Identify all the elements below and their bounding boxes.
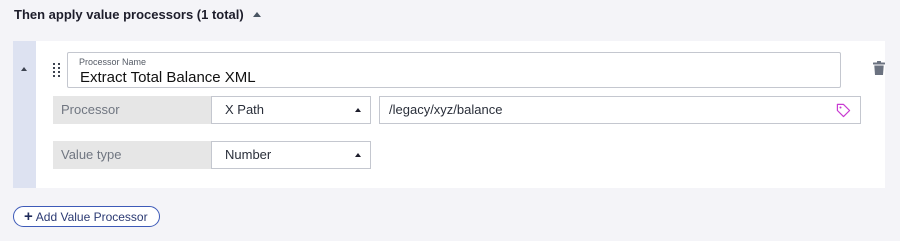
add-value-processor-button[interactable]: + Add Value Processor: [13, 206, 160, 227]
processor-type-value: X Path: [225, 102, 265, 117]
processor-name-field[interactable]: Processor Name Extract Total Balance XML: [67, 52, 841, 88]
plus-icon: +: [24, 208, 33, 225]
processor-name-label: Processor Name: [79, 57, 147, 67]
drag-handle-icon[interactable]: [53, 63, 61, 77]
section-header[interactable]: Then apply value processors (1 total): [14, 7, 261, 22]
caret-up-icon: [355, 108, 361, 112]
processor-label: Processor: [53, 96, 211, 124]
caret-up-icon: [21, 67, 27, 71]
card-collapse-rail[interactable]: [13, 41, 36, 188]
xpath-input[interactable]: /legacy/xyz/balance: [379, 96, 861, 124]
trash-icon[interactable]: [873, 61, 885, 75]
processor-name-value[interactable]: Extract Total Balance XML: [80, 69, 256, 86]
value-type-label: Value type: [53, 141, 211, 169]
processor-card: Processor Name Extract Total Balance XML…: [13, 41, 885, 188]
value-type-value: Number: [225, 147, 272, 162]
value-type-select[interactable]: Number: [211, 141, 371, 169]
processor-body: Processor Name Extract Total Balance XML…: [36, 41, 885, 188]
xpath-value: /legacy/xyz/balance: [389, 102, 503, 117]
tag-icon[interactable]: [836, 103, 851, 118]
section-title: Then apply value processors (1 total): [14, 7, 244, 22]
caret-up-icon: [355, 153, 361, 157]
caret-up-icon[interactable]: [252, 12, 261, 17]
add-value-processor-label: Add Value Processor: [35, 209, 148, 224]
processor-type-select[interactable]: X Path: [211, 96, 371, 124]
